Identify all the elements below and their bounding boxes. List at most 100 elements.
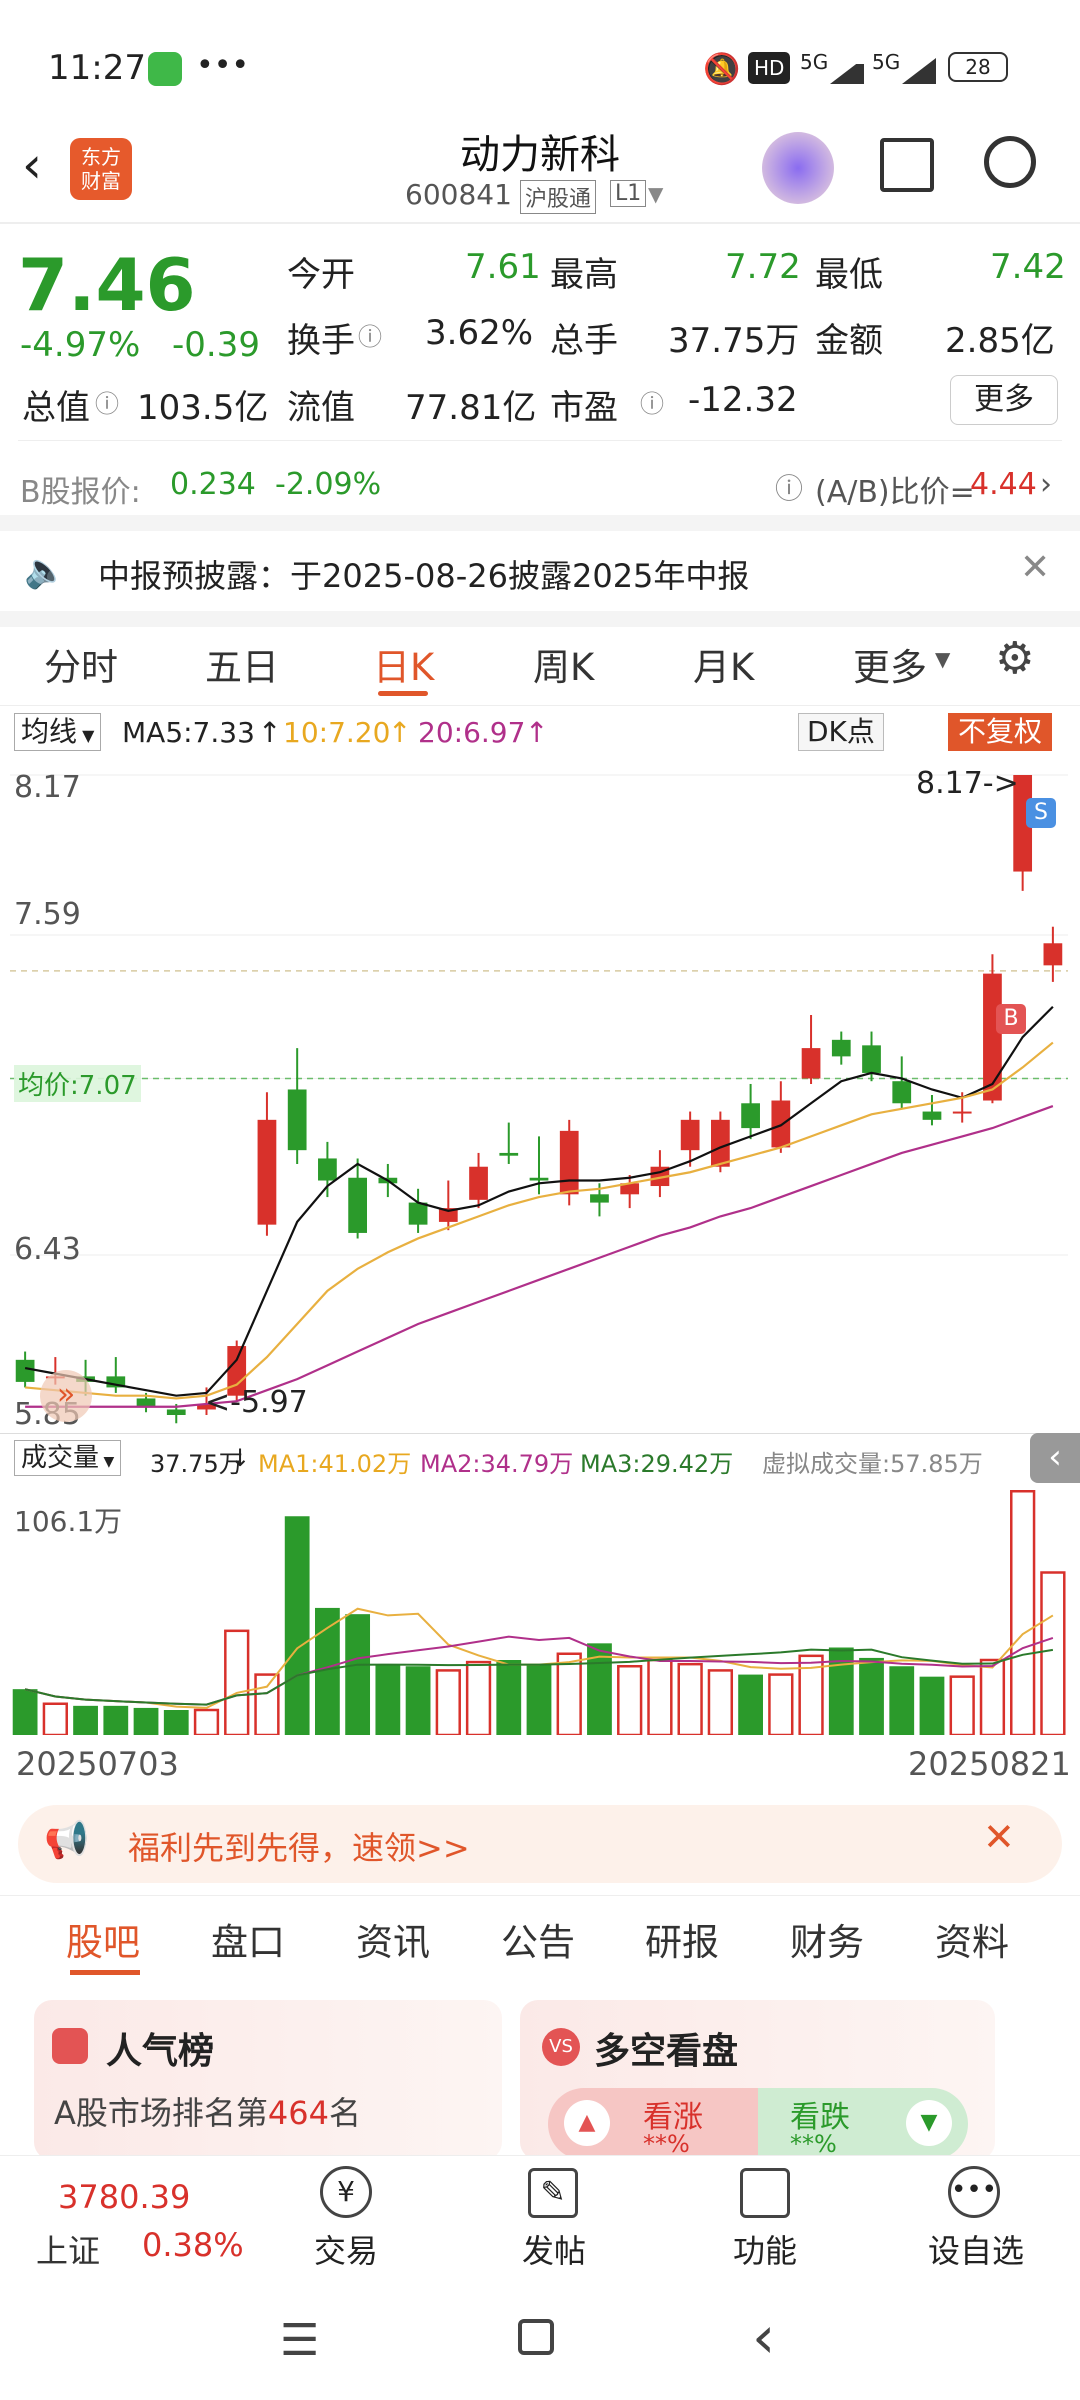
ma-selector-label: 均线 bbox=[21, 715, 78, 748]
home-icon[interactable] bbox=[518, 2319, 554, 2355]
ranking-icon bbox=[52, 2028, 88, 2064]
popularity-card[interactable]: 人气榜 A股市场排名第464名 bbox=[34, 2000, 502, 2160]
back-nav-icon[interactable]: ‹ bbox=[752, 2303, 775, 2371]
candle-body bbox=[892, 1081, 912, 1104]
volume-bar bbox=[254, 1673, 280, 1735]
dk-point-button[interactable]: DK点 bbox=[798, 713, 884, 751]
search-icon[interactable] bbox=[984, 136, 1036, 188]
post-edit-icon[interactable]: ✎ bbox=[528, 2168, 578, 2218]
candle-body bbox=[257, 1119, 277, 1225]
volume-chart[interactable] bbox=[10, 1475, 1068, 1735]
more-button[interactable]: 更多 bbox=[950, 375, 1058, 425]
favorite-dots-icon[interactable]: ••• bbox=[948, 2166, 1000, 2218]
tab-guba[interactable]: 股吧 bbox=[66, 1912, 140, 1966]
down-triangle-icon: ▼ bbox=[906, 2100, 952, 2146]
active-tab-indicator bbox=[70, 1970, 140, 1975]
volume-bar bbox=[73, 1705, 98, 1735]
candle-body bbox=[922, 1111, 942, 1120]
share-icon[interactable] bbox=[880, 138, 934, 192]
help-icon[interactable]: ⓘ bbox=[775, 467, 803, 507]
trade-yen-icon[interactable]: ¥ bbox=[320, 2166, 372, 2218]
candle-body bbox=[318, 1158, 337, 1181]
volume-bar bbox=[556, 1652, 582, 1735]
level-tag: L1 bbox=[610, 180, 647, 207]
close-icon[interactable]: ✕ bbox=[1020, 547, 1050, 588]
tab-research[interactable]: 研报 bbox=[645, 1912, 719, 1966]
bottom-nav: 3780.39 上证 0.38% ¥ 交易 ✎ 发帖 功能 ••• 设自选 bbox=[0, 2155, 1080, 2275]
bear-button[interactable]: 看跌 **% ▼ bbox=[758, 2088, 968, 2160]
bull-button[interactable]: ▲ 看涨 **% bbox=[548, 2088, 758, 2160]
date-end: 20250821 bbox=[908, 1745, 1071, 1783]
nav-trade[interactable]: 交易 bbox=[314, 2226, 378, 2272]
pe-label: 市盈 bbox=[550, 388, 618, 428]
volume-bar bbox=[617, 1665, 643, 1735]
volume-bar bbox=[42, 1702, 68, 1735]
tab-intraday[interactable]: 分时 bbox=[44, 637, 118, 691]
arrow-up-icon: ↑ bbox=[258, 716, 282, 749]
candle-body bbox=[499, 1152, 519, 1156]
avg-price-label: 均价:7.07 bbox=[14, 1065, 141, 1102]
settings-gear-icon[interactable]: ⚙ bbox=[995, 633, 1034, 684]
info-icon[interactable]: ⓘ bbox=[95, 384, 119, 419]
candlestick-chart[interactable] bbox=[10, 755, 1068, 1435]
tab-news[interactable]: 资讯 bbox=[356, 1912, 430, 1966]
menu-icon[interactable]: ☰ bbox=[280, 2315, 319, 2366]
arrow-up-icon: ↑ bbox=[388, 716, 412, 749]
high-value: 7.72 bbox=[725, 247, 801, 287]
bull-bear-card[interactable]: VS 多空看盘 ▲ 看涨 **% 看跌 **% ▼ bbox=[520, 2000, 995, 2160]
vs-icon: VS bbox=[542, 2028, 580, 2066]
tab-pankou[interactable]: 盘口 bbox=[211, 1912, 285, 1966]
tab-profile[interactable]: 资料 bbox=[935, 1912, 1009, 1966]
nav-function[interactable]: 功能 bbox=[733, 2226, 797, 2272]
vol-ma2: MA2:34.79万 bbox=[420, 1450, 574, 1478]
volume-bar bbox=[133, 1707, 159, 1735]
nav-post[interactable]: 发帖 bbox=[522, 2226, 586, 2272]
volume-selector[interactable]: 成交量 ▼ bbox=[14, 1440, 122, 1476]
info-icon[interactable]: ⓘ bbox=[358, 317, 382, 352]
nav-favorite[interactable]: 设自选 bbox=[928, 2226, 1024, 2272]
buy-signal[interactable]: B bbox=[996, 1004, 1026, 1034]
candle-body bbox=[1043, 943, 1063, 966]
y-tick: 7.59 bbox=[14, 897, 81, 932]
signal-icon-2 bbox=[902, 58, 936, 84]
tab-finance[interactable]: 财务 bbox=[790, 1912, 864, 1966]
adjust-toggle-button[interactable]: 不复权 bbox=[948, 713, 1053, 751]
candle-body bbox=[559, 1130, 579, 1195]
info-icon[interactable]: ⓘ bbox=[640, 384, 664, 419]
tab-monthly-k[interactable]: 月K bbox=[693, 637, 754, 691]
ma-selector[interactable]: 均线 ▼ bbox=[14, 713, 102, 751]
expand-icon[interactable]: » bbox=[40, 1370, 92, 1422]
index-pct[interactable]: 0.38% bbox=[142, 2226, 244, 2264]
index-value[interactable]: 3780.39 bbox=[58, 2178, 190, 2216]
up-triangle-icon: ▲ bbox=[564, 2100, 610, 2146]
volume-bar bbox=[859, 1657, 884, 1735]
stock-header: ‹ 东方 财富 动力新科 600841 沪股通 L1 ▼ bbox=[0, 110, 1080, 220]
function-grid-icon[interactable] bbox=[740, 2168, 790, 2218]
tab-five-day[interactable]: 五日 bbox=[205, 637, 279, 691]
content-tabs: 股吧 盘口 资讯 公告 研报 财务 资料 bbox=[0, 1900, 1080, 1990]
volume-bar bbox=[526, 1664, 552, 1735]
open-value: 7.61 bbox=[465, 247, 541, 287]
volume-bar bbox=[1040, 1571, 1066, 1735]
close-icon[interactable]: ✕ bbox=[983, 1815, 1015, 1859]
tab-daily-k[interactable]: 日K bbox=[373, 637, 434, 691]
ai-assistant-icon[interactable] bbox=[762, 132, 834, 204]
tab-announce[interactable]: 公告 bbox=[501, 1912, 575, 1966]
open-label: 今开 bbox=[287, 255, 355, 295]
float-cap-value: 77.81亿 bbox=[405, 388, 537, 428]
tab-weekly-k[interactable]: 周K bbox=[533, 637, 594, 691]
notice-bar[interactable]: 🔈 中报预披露：于2025-08-26披露2025年中报 ✕ bbox=[0, 531, 1080, 611]
volume-bar bbox=[12, 1689, 38, 1735]
index-name[interactable]: 上证 bbox=[36, 2226, 100, 2272]
promo-banner[interactable]: 📢 福利先到先得，速领>> ✕ bbox=[18, 1805, 1062, 1883]
candle-body bbox=[469, 1166, 488, 1200]
candle-body bbox=[166, 1409, 186, 1415]
volume-bar bbox=[435, 1669, 461, 1735]
volume-bar bbox=[224, 1629, 250, 1735]
chevron-right-icon[interactable]: › bbox=[1040, 467, 1052, 502]
hd-badge: HD bbox=[748, 52, 791, 84]
sell-signal[interactable]: S bbox=[1026, 798, 1056, 828]
candle-body bbox=[983, 973, 1002, 1101]
dropdown-icon[interactable]: ▼ bbox=[648, 182, 663, 206]
tab-more[interactable]: 更多 bbox=[853, 637, 927, 691]
